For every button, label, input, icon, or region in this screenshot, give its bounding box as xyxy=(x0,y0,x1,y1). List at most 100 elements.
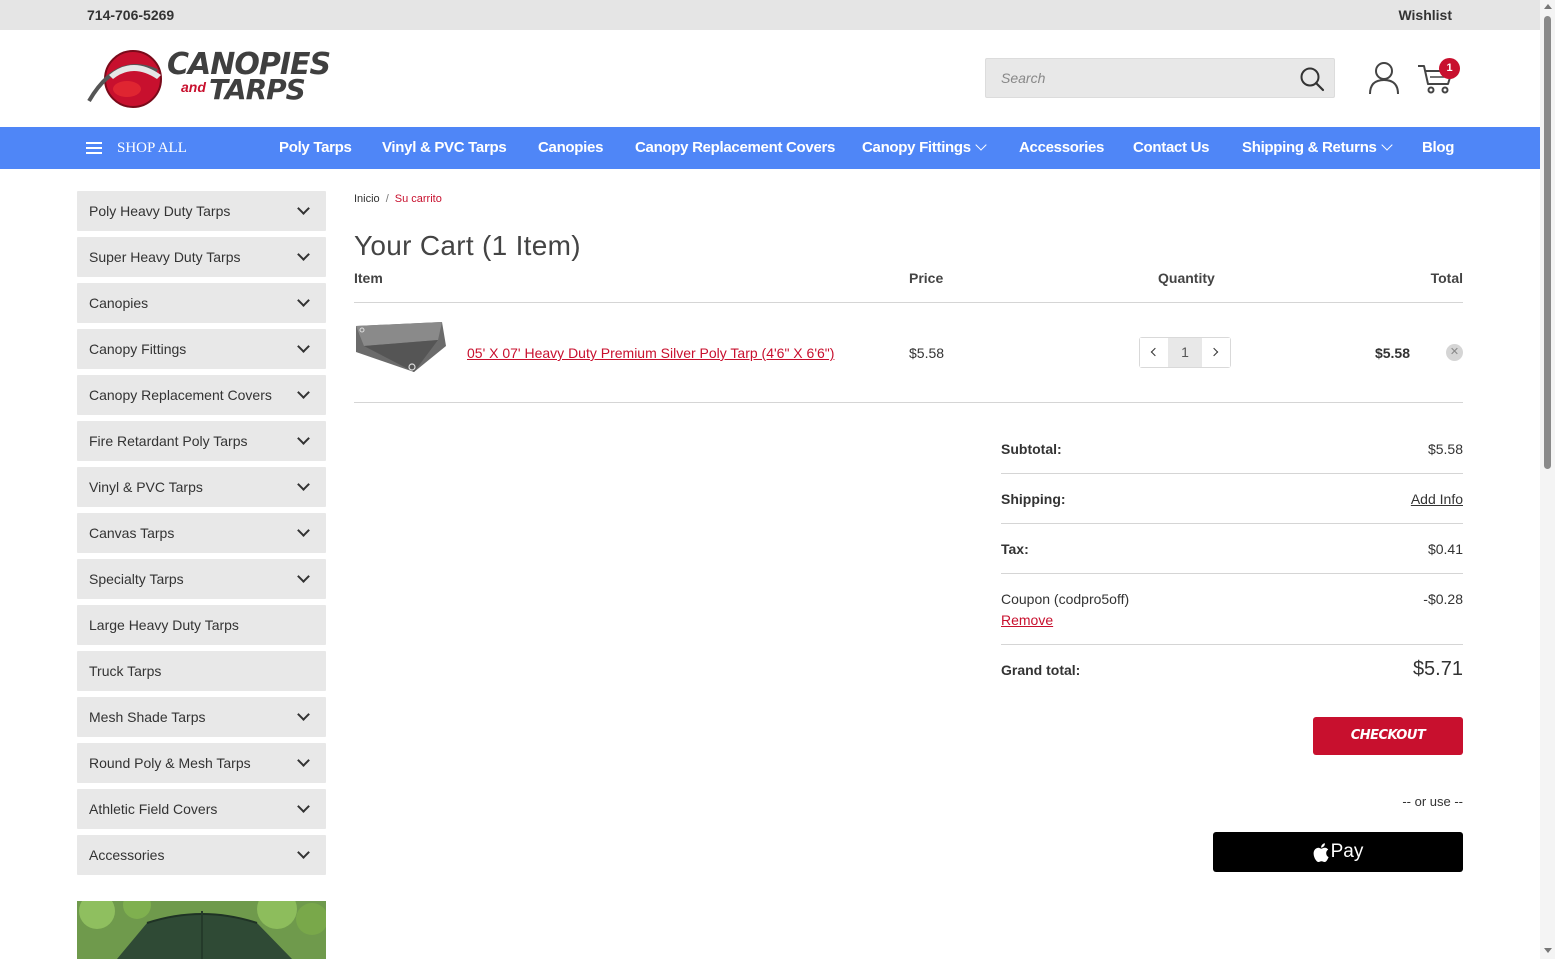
chevron-down-icon[interactable] xyxy=(297,754,310,767)
chevron-down-icon[interactable] xyxy=(297,800,310,813)
main-nav: SHOP ALL Poly Tarps Vinyl & PVC Tarps Ca… xyxy=(0,127,1540,169)
sidebar-item-specialty-tarps[interactable]: Specialty Tarps xyxy=(77,559,326,599)
nav-item-shipping-returns-label: Shipping & Returns xyxy=(1242,139,1377,156)
item-total: $5.58 xyxy=(1374,345,1410,361)
remove-item-button[interactable]: ✕ xyxy=(1446,344,1463,361)
coupon-label: Coupon (codpro5off) xyxy=(1001,591,1130,607)
sidebar-item-mesh-shade-tarps[interactable]: Mesh Shade Tarps xyxy=(77,697,326,737)
sidebar-item-super-heavy-duty-tarps[interactable]: Super Heavy Duty Tarps xyxy=(77,237,326,277)
shop-all-button[interactable]: SHOP ALL xyxy=(86,127,187,169)
chevron-down-icon[interactable] xyxy=(297,708,310,721)
scrollbar-thumb[interactable] xyxy=(1544,16,1551,469)
breadcrumb: Inicio / Su carrito xyxy=(354,193,442,205)
sidebar-item-label: Vinyl & PVC Tarps xyxy=(89,479,203,495)
breadcrumb-separator: / xyxy=(385,193,389,205)
apple-pay-label: Pay xyxy=(1330,841,1364,862)
sidebar-item-label: Round Poly & Mesh Tarps xyxy=(89,755,251,771)
sidebar-item-accessories[interactable]: Accessories xyxy=(77,835,326,875)
chevron-down-icon[interactable] xyxy=(297,294,310,307)
chevron-down-icon xyxy=(1380,139,1393,151)
scroll-down-arrow-icon[interactable] xyxy=(1544,948,1552,953)
product-name-link[interactable]: 05' X 07' Heavy Duty Premium Silver Poly… xyxy=(467,345,834,361)
chevron-left-icon xyxy=(1150,347,1160,357)
item-price: $5.58 xyxy=(909,345,945,361)
quantity-increase-button[interactable] xyxy=(1202,338,1230,367)
subtotal-label: Subtotal: xyxy=(1001,441,1062,457)
sidebar-item-canopy-fittings[interactable]: Canopy Fittings xyxy=(77,329,326,369)
quantity-decrease-button[interactable] xyxy=(1140,338,1168,367)
quantity-input[interactable]: 1 xyxy=(1168,338,1202,367)
sidebar-promo-image[interactable] xyxy=(77,901,326,959)
sidebar-item-canvas-tarps[interactable]: Canvas Tarps xyxy=(77,513,326,553)
sidebar-item-label: Super Heavy Duty Tarps xyxy=(89,249,241,265)
page-scrollbar[interactable] xyxy=(1540,0,1555,959)
apple-icon xyxy=(1313,842,1329,862)
apple-pay-button[interactable]: Pay xyxy=(1213,832,1463,872)
shipping-add-info-link[interactable]: Add Info xyxy=(1411,491,1463,507)
promo-canopy-image xyxy=(77,901,326,959)
divider xyxy=(1001,573,1463,574)
sidebar-item-label: Canvas Tarps xyxy=(89,525,175,541)
chevron-down-icon xyxy=(975,139,987,151)
close-icon: ✕ xyxy=(1449,346,1460,358)
chevron-down-icon[interactable] xyxy=(297,846,310,859)
sidebar-item-poly-heavy-duty-tarps[interactable]: Poly Heavy Duty Tarps xyxy=(77,191,326,231)
sidebar-item-large-heavy-duty-tarps[interactable]: Large Heavy Duty Tarps xyxy=(77,605,326,645)
or-use-text: -- or use -- xyxy=(1402,794,1463,809)
shipping-label: Shipping: xyxy=(1001,491,1066,507)
sidebar-item-canopies[interactable]: Canopies xyxy=(77,283,326,323)
phone-number[interactable]: 714-706-5269 xyxy=(87,7,174,23)
chevron-down-icon[interactable] xyxy=(297,202,310,215)
sidebar-item-label: Poly Heavy Duty Tarps xyxy=(89,203,231,219)
site-logo[interactable]: CANOPIES and TARPS xyxy=(87,45,337,110)
sidebar-item-vinyl-pvc-tarps[interactable]: Vinyl & PVC Tarps xyxy=(77,467,326,507)
sidebar-item-athletic-field-covers[interactable]: Athletic Field Covers xyxy=(77,789,326,829)
nav-item-shipping-returns[interactable]: Shipping & Returns xyxy=(1242,139,1393,156)
sidebar-item-label: Accessories xyxy=(89,847,165,863)
wishlist-link[interactable]: Wishlist xyxy=(1398,7,1452,23)
sidebar-item-label: Canopy Fittings xyxy=(89,341,187,357)
sidebar-item-fire-retardant-poly-tarps[interactable]: Fire Retardant Poly Tarps xyxy=(77,421,326,461)
search-button[interactable] xyxy=(1298,65,1326,93)
tax-value: $0.41 xyxy=(1427,541,1463,557)
chevron-right-icon xyxy=(1209,347,1219,357)
chevron-down-icon[interactable] xyxy=(297,570,310,583)
scroll-up-arrow-icon[interactable] xyxy=(1544,4,1552,9)
nav-item-canopies[interactable]: Canopies xyxy=(538,139,603,156)
chevron-down-icon[interactable] xyxy=(297,386,310,399)
chevron-down-icon[interactable] xyxy=(297,432,310,445)
chevron-down-icon[interactable] xyxy=(297,248,310,261)
nav-item-canopy-fittings[interactable]: Canopy Fittings xyxy=(862,139,987,156)
divider xyxy=(1001,473,1463,474)
sidebar-item-label: Athletic Field Covers xyxy=(89,801,218,817)
chevron-down-icon[interactable] xyxy=(297,340,310,353)
sidebar-item-round-poly-mesh-tarps[interactable]: Round Poly & Mesh Tarps xyxy=(77,743,326,783)
nav-item-contact-us[interactable]: Contact Us xyxy=(1133,139,1209,156)
sidebar-item-truck-tarps[interactable]: Truck Tarps xyxy=(77,651,326,691)
nav-item-accessories[interactable]: Accessories xyxy=(1019,139,1104,156)
coupon-value: -$0.28 xyxy=(1423,591,1463,607)
column-header-price: Price xyxy=(909,270,944,286)
divider xyxy=(354,302,1463,303)
chevron-down-icon[interactable] xyxy=(297,524,310,537)
quantity-stepper: 1 xyxy=(1139,337,1231,368)
nav-item-vinyl-pvc-tarps[interactable]: Vinyl & PVC Tarps xyxy=(382,139,507,156)
nav-item-poly-tarps[interactable]: Poly Tarps xyxy=(279,139,352,156)
nav-item-blog[interactable]: Blog xyxy=(1422,139,1454,156)
divider xyxy=(354,402,1463,403)
search-input[interactable] xyxy=(986,59,1286,97)
breadcrumb-current[interactable]: Su carrito xyxy=(395,193,442,205)
product-thumbnail[interactable] xyxy=(354,322,446,376)
checkout-button[interactable]: CHECKOUT xyxy=(1313,717,1463,755)
chevron-down-icon[interactable] xyxy=(297,478,310,491)
top-bar: 714-706-5269 Wishlist xyxy=(0,0,1540,30)
account-button[interactable] xyxy=(1366,60,1402,96)
divider xyxy=(1001,523,1463,524)
nav-item-canopy-replacement-covers[interactable]: Canopy Replacement Covers xyxy=(635,139,835,156)
sidebar-item-label: Large Heavy Duty Tarps xyxy=(89,617,239,633)
grand-total-label: Grand total: xyxy=(1001,662,1081,678)
search-icon xyxy=(1300,67,1325,92)
coupon-remove-link[interactable]: Remove xyxy=(1001,612,1053,628)
breadcrumb-home-link[interactable]: Inicio xyxy=(354,193,380,205)
sidebar-item-canopy-replacement-covers[interactable]: Canopy Replacement Covers xyxy=(77,375,326,415)
